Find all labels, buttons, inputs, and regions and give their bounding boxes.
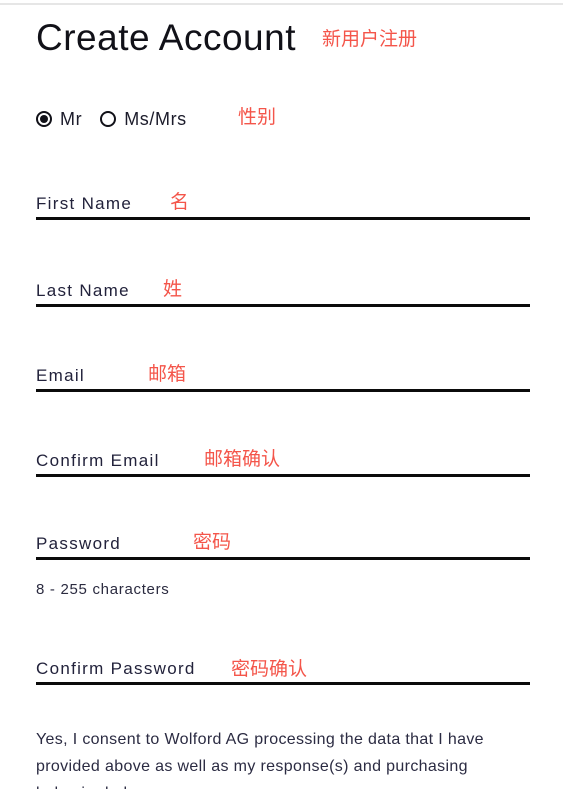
annotation-confirm-password: 密码确认 xyxy=(231,658,308,680)
label-confirm-password: Confirm Password xyxy=(36,659,196,678)
create-account-page: Create Account 新用户注册 Mr Ms/Mrs 性别 First … xyxy=(0,0,563,789)
annotation-last-name: 姓 xyxy=(163,278,183,300)
radio-label-mr: Mr xyxy=(60,109,83,129)
label-password: Password xyxy=(36,534,122,553)
radio-option-mr[interactable]: Mr xyxy=(36,108,82,130)
label-first-name: First Name xyxy=(36,194,133,213)
label-last-name: Last Name xyxy=(36,281,130,300)
radio-icon-mr[interactable] xyxy=(36,111,52,127)
label-confirm-email: Confirm Email xyxy=(36,451,160,470)
radio-option-ms-mrs[interactable]: Ms/Mrs xyxy=(100,108,187,130)
top-divider xyxy=(0,3,563,5)
password-helper-text: 8 - 255 characters xyxy=(36,581,170,598)
annotation-first-name: 名 xyxy=(170,191,190,213)
label-email: Email xyxy=(36,366,86,385)
input-email[interactable] xyxy=(36,362,530,392)
field-password: Password xyxy=(36,530,530,560)
annotation-title: 新用户注册 xyxy=(322,28,418,50)
annotation-password: 密码 xyxy=(193,531,232,553)
radio-label-ms-mrs: Ms/Mrs xyxy=(124,109,187,129)
field-last-name: Last Name xyxy=(36,277,530,307)
gender-radio-group[interactable]: Mr Ms/Mrs xyxy=(36,106,205,132)
annotation-gender: 性别 xyxy=(238,106,277,128)
radio-icon-ms-mrs[interactable] xyxy=(100,111,117,127)
field-first-name: First Name xyxy=(36,190,530,220)
page-title: Create Account xyxy=(36,16,296,58)
annotation-confirm-email: 邮箱确认 xyxy=(204,448,281,470)
consent-text: Yes, I consent to Wolford AG processing … xyxy=(36,731,484,789)
field-email: Email xyxy=(36,362,530,392)
annotation-email: 邮箱 xyxy=(148,363,187,385)
field-confirm-email: Confirm Email xyxy=(36,447,530,477)
